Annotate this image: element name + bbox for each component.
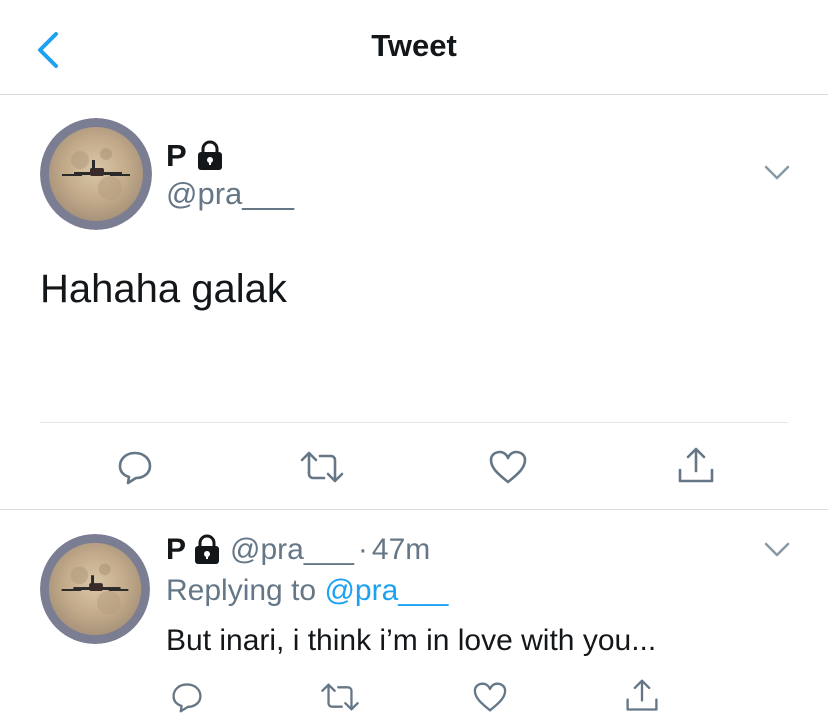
reply-like-button[interactable] bbox=[472, 681, 508, 713]
retweet-button[interactable] bbox=[300, 450, 344, 484]
page-title: Tweet bbox=[371, 28, 457, 63]
divider bbox=[40, 422, 788, 423]
reply-icon bbox=[118, 451, 152, 485]
section-divider bbox=[0, 509, 828, 510]
user-name: P bbox=[166, 138, 187, 173]
retweet-icon bbox=[300, 451, 344, 483]
retweet-icon bbox=[321, 683, 359, 711]
like-button[interactable] bbox=[488, 449, 528, 485]
replying-to-handle[interactable]: @pra___ bbox=[324, 574, 448, 607]
timestamp: 47m bbox=[371, 533, 431, 566]
reply-user-handle[interactable]: @pra___ bbox=[230, 533, 354, 567]
reply-user-name[interactable]: P bbox=[166, 533, 186, 567]
lock-icon bbox=[195, 534, 220, 564]
heart-icon bbox=[473, 682, 507, 712]
display-name[interactable]: P bbox=[166, 138, 225, 174]
share-icon bbox=[626, 679, 658, 711]
replying-to-label: Replying to bbox=[166, 574, 317, 607]
reply-text: But inari, i think i’m in love with you.… bbox=[166, 624, 657, 657]
user-handle[interactable]: @pra___ bbox=[166, 176, 294, 212]
reply-header: P @pra___ · 47m bbox=[166, 533, 430, 567]
reply-share-button[interactable] bbox=[624, 678, 660, 714]
tweet-menu-button[interactable] bbox=[762, 160, 792, 184]
reply-retweet-button[interactable] bbox=[320, 682, 360, 712]
header: Tweet bbox=[0, 0, 828, 95]
separator-dot: · bbox=[357, 533, 368, 566]
reply-button[interactable] bbox=[116, 448, 154, 486]
reply-reply-button[interactable] bbox=[170, 680, 204, 714]
reply-avatar[interactable] bbox=[40, 534, 150, 644]
share-button[interactable] bbox=[676, 446, 716, 486]
chevron-down-icon bbox=[764, 165, 790, 180]
tweet-text: Hahaha galak bbox=[40, 267, 287, 311]
chevron-down-icon bbox=[764, 542, 790, 557]
reply-menu-button[interactable] bbox=[762, 537, 792, 561]
lock-icon bbox=[197, 140, 222, 170]
reply-icon bbox=[172, 683, 202, 713]
share-icon bbox=[678, 447, 714, 483]
replying-to: Replying to @pra___ bbox=[166, 574, 448, 608]
heart-icon bbox=[489, 450, 527, 484]
avatar[interactable] bbox=[40, 118, 152, 230]
